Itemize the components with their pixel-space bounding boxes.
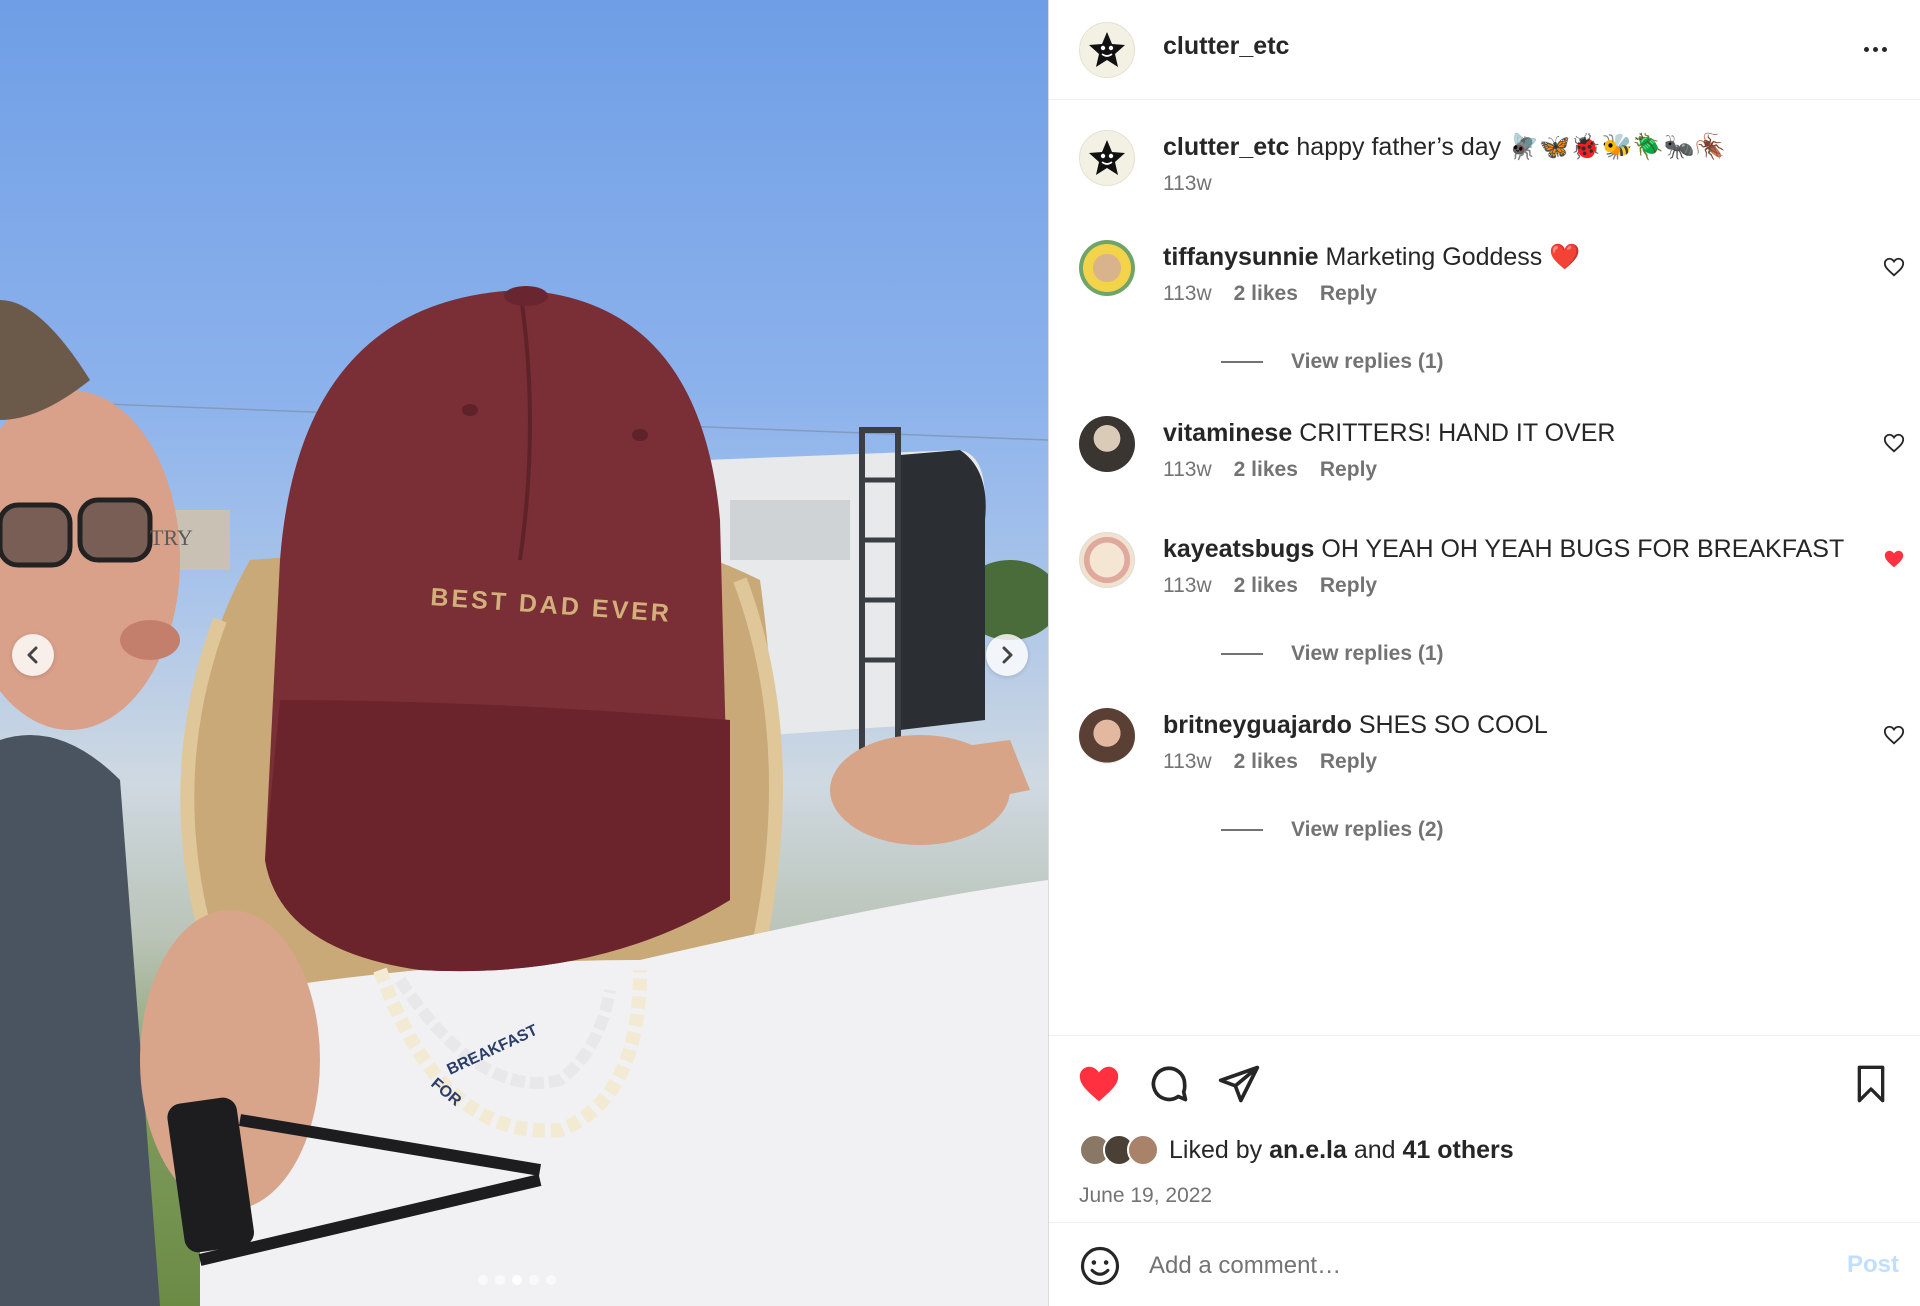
comment-reply-button[interactable]: Reply: [1320, 750, 1377, 774]
view-replies-label: View replies (1): [1291, 350, 1444, 373]
sign-text: TRY: [150, 525, 193, 550]
replies-line: [1221, 653, 1263, 655]
comment-composer: Post: [1049, 1222, 1920, 1306]
heart-filled-icon[interactable]: [1883, 548, 1905, 570]
share-button[interactable]: [1215, 1060, 1263, 1108]
caption-text: happy father’s day: [1296, 133, 1502, 161]
liked-by-prefix: Liked by: [1169, 1135, 1263, 1164]
save-button[interactable]: [1847, 1060, 1895, 1108]
comment-username[interactable]: tiffanysunnie: [1163, 243, 1319, 271]
comment-button[interactable]: [1145, 1060, 1193, 1108]
post-comment-button[interactable]: Post: [1847, 1251, 1899, 1279]
comment-reply-button[interactable]: Reply: [1320, 574, 1377, 598]
comment-time[interactable]: 113w: [1163, 750, 1212, 774]
post-date[interactable]: June 19, 2022: [1079, 1184, 1212, 1208]
view-replies-button[interactable]: View replies (2): [1221, 818, 1444, 842]
comment-text: SHES SO COOL: [1358, 711, 1548, 739]
carousel-dot: [546, 1275, 556, 1285]
comments-list[interactable]: clutter_etc happy father’s day 🪰🦋🐞🐝🪲🐜🪳 1…: [1049, 100, 1920, 1035]
carousel-indicator: [478, 1275, 556, 1285]
post-side-panel: clutter_etc clutter_etc happy father’s d…: [1048, 0, 1920, 1306]
like-button[interactable]: [1075, 1060, 1123, 1108]
comment-time[interactable]: 113w: [1163, 282, 1212, 306]
share-icon: [1218, 1065, 1260, 1103]
photo-scene: FOR BREAKFAST BEST DAD EVER TRY: [0, 286, 1048, 1306]
comment-likes[interactable]: 2 likes: [1234, 458, 1298, 482]
comment-username[interactable]: vitaminese: [1163, 419, 1292, 447]
emoji-icon: [1080, 1246, 1120, 1286]
comment-likes[interactable]: 2 likes: [1234, 282, 1298, 306]
view-replies-button[interactable]: View replies (1): [1221, 350, 1444, 374]
replies-line: [1221, 829, 1263, 831]
comment-likes[interactable]: 2 likes: [1234, 750, 1298, 774]
liked-by: Liked by an.e.la and 41 others: [1079, 1134, 1514, 1166]
view-replies-label: View replies (1): [1291, 642, 1444, 665]
commenter-avatar[interactable]: [1079, 532, 1135, 588]
more-icon-dot: [1863, 46, 1869, 52]
comment-text: Marketing Goddess: [1325, 243, 1543, 271]
carousel-dot: [529, 1275, 539, 1285]
star-face-icon: [1089, 32, 1125, 67]
caption-username[interactable]: clutter_etc: [1163, 133, 1289, 161]
comment-reply-button[interactable]: Reply: [1320, 458, 1377, 482]
caption-time[interactable]: 113w: [1163, 172, 1212, 196]
comment-text: OH YEAH OH YEAH BUGS FOR BREAKFAST: [1321, 535, 1845, 563]
chevron-left-icon: [27, 646, 38, 664]
emoji-button[interactable]: [1079, 1245, 1121, 1287]
comment-text: CRITTERS! HAND IT OVER: [1299, 419, 1616, 447]
carousel-dot-active: [512, 1275, 522, 1285]
comment-time[interactable]: 113w: [1163, 458, 1212, 482]
caption-avatar[interactable]: [1079, 130, 1135, 186]
comment-emoji: ❤️: [1549, 243, 1581, 271]
liked-avatars: [1079, 1134, 1159, 1166]
cap-illustration: BEST DAD EVER: [265, 286, 730, 972]
star-face-icon: [1089, 140, 1125, 175]
comment-icon: [1151, 1066, 1188, 1102]
comment-likes[interactable]: 2 likes: [1234, 574, 1298, 598]
comment-input[interactable]: [1149, 1245, 1769, 1287]
heart-outline-icon[interactable]: [1883, 256, 1905, 278]
replies-line: [1221, 361, 1263, 363]
carousel-dot: [495, 1275, 505, 1285]
liked-by-others[interactable]: 41 others: [1403, 1136, 1514, 1165]
comment-time[interactable]: 113w: [1163, 574, 1212, 598]
heart-filled-icon: [1079, 1066, 1119, 1102]
view-replies-label: View replies (2): [1291, 818, 1444, 841]
liked-by-and: and: [1353, 1135, 1396, 1164]
carousel-dot: [478, 1275, 488, 1285]
bookmark-icon: [1857, 1065, 1885, 1103]
view-replies-button[interactable]: View replies (1): [1221, 642, 1444, 666]
carousel-prev-button[interactable]: [12, 634, 54, 676]
post-photo: FOR BREAKFAST BEST DAD EVER TRY: [0, 0, 1048, 1306]
liked-by-user[interactable]: an.e.la: [1269, 1136, 1347, 1165]
post-header: clutter_etc: [1049, 0, 1920, 100]
comment-username[interactable]: britneyguajardo: [1163, 711, 1352, 739]
liker-avatar[interactable]: [1127, 1134, 1159, 1166]
author-avatar[interactable]: [1079, 22, 1135, 78]
commenter-avatar[interactable]: [1079, 240, 1135, 296]
more-icon-dot: [1872, 46, 1878, 52]
carousel-next-button[interactable]: [986, 634, 1028, 676]
more-options-button[interactable]: [1855, 34, 1895, 64]
commenter-avatar[interactable]: [1079, 708, 1135, 764]
more-icon-dot: [1881, 46, 1887, 52]
chevron-right-icon: [1002, 646, 1013, 664]
heart-outline-icon[interactable]: [1883, 724, 1905, 746]
author-username[interactable]: clutter_etc: [1163, 32, 1289, 61]
caption-emoji: 🪰🦋🐞🐝🪲🐜🪳: [1508, 133, 1727, 161]
comment-reply-button[interactable]: Reply: [1320, 282, 1377, 306]
heart-outline-icon[interactable]: [1883, 432, 1905, 454]
man-illustration: [0, 300, 180, 1306]
comment-username[interactable]: kayeatsbugs: [1163, 535, 1314, 563]
commenter-avatar[interactable]: [1079, 416, 1135, 472]
post-actions: Liked by an.e.la and 41 others June 19, …: [1049, 1035, 1920, 1222]
